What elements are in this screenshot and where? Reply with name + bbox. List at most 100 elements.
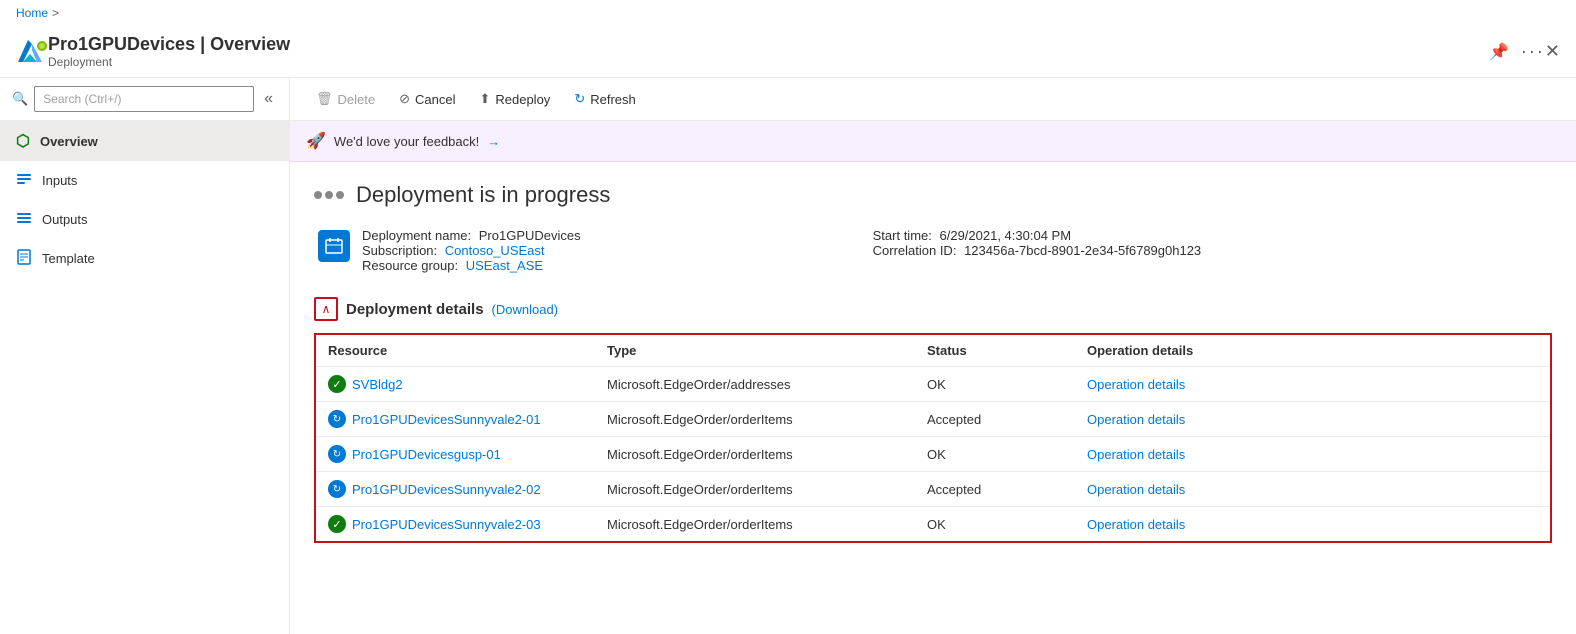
resource-cell: ↻ Pro1GPUDevicesSunnyvale2-01 bbox=[315, 402, 595, 437]
close-button[interactable]: ✕ bbox=[1545, 41, 1560, 62]
collapse-sidebar-button[interactable]: « bbox=[260, 88, 277, 110]
progress-icon: ↻ bbox=[328, 445, 346, 463]
outputs-icon bbox=[16, 210, 32, 229]
resource-link[interactable]: Pro1GPUDevicesSunnyvale2-03 bbox=[352, 517, 541, 532]
status-cell: Accepted bbox=[915, 472, 1075, 507]
resource-link[interactable]: SVBldg2 bbox=[352, 377, 403, 392]
details-section: ∧ Deployment details (Download) Resource… bbox=[314, 297, 1552, 543]
delete-button[interactable]: 🗑 Delete bbox=[306, 86, 385, 112]
sidebar-item-label: Template bbox=[42, 251, 95, 266]
resource-cell: ✓ Pro1GPUDevicesSunnyvale2-03 bbox=[315, 507, 595, 543]
operation-details-link[interactable]: Operation details bbox=[1087, 377, 1185, 392]
status-cell: OK bbox=[915, 367, 1075, 402]
table-row: ↻ Pro1GPUDevicesSunnyvale2-01 Microsoft.… bbox=[315, 402, 1551, 437]
subscription-label: Subscription: bbox=[362, 243, 437, 258]
resource-link[interactable]: Pro1GPUDevicesSunnyvale2-02 bbox=[352, 482, 541, 497]
page-header: Pro1GPUDevices | Overview Deployment 📌 ·… bbox=[0, 26, 1576, 78]
resource-cell: ↻ Pro1GPUDevicesSunnyvale2-02 bbox=[315, 472, 595, 507]
resource-cell: ↻ Pro1GPUDevicesgusp-01 bbox=[315, 437, 595, 472]
deployment-info-left: Deployment name: Pro1GPUDevices Subscrip… bbox=[362, 228, 581, 273]
status-cell: OK bbox=[915, 507, 1075, 543]
resource-link[interactable]: Pro1GPUDevicesgusp-01 bbox=[352, 447, 501, 462]
template-icon bbox=[16, 249, 32, 268]
refresh-button[interactable]: ↻ Refresh bbox=[564, 86, 645, 112]
cancel-button[interactable]: ⊘ Cancel bbox=[389, 86, 465, 112]
start-time-line: Start time: 6/29/2021, 4:30:04 PM bbox=[873, 228, 1202, 243]
type-cell: Microsoft.EdgeOrder/orderItems bbox=[595, 472, 915, 507]
status-cell: Accepted bbox=[915, 402, 1075, 437]
page-title: Pro1GPUDevices | Overview bbox=[48, 34, 1489, 55]
deployment-header: Deployment is in progress bbox=[314, 182, 1552, 208]
progress-icon: ↻ bbox=[328, 410, 346, 428]
collapse-details-button[interactable]: ∧ bbox=[314, 297, 338, 321]
sidebar-item-outputs[interactable]: Outputs bbox=[0, 200, 289, 239]
sidebar-item-overview[interactable]: ⬡ Overview bbox=[0, 121, 289, 161]
table-row: ↻ Pro1GPUDevicesSunnyvale2-02 Microsoft.… bbox=[315, 472, 1551, 507]
main-content: 🗑 Delete ⊘ Cancel ⬆ Redeploy ↻ Refresh bbox=[290, 78, 1576, 634]
col-operation: Operation details bbox=[1075, 334, 1551, 367]
status-cell: OK bbox=[915, 437, 1075, 472]
operation-cell: Operation details bbox=[1075, 402, 1551, 437]
feedback-banner: 🚀 We'd love your feedback! → bbox=[290, 121, 1576, 162]
operation-details-link[interactable]: Operation details bbox=[1087, 412, 1185, 427]
progress-icon: ↻ bbox=[328, 480, 346, 498]
operation-cell: Operation details bbox=[1075, 437, 1551, 472]
inputs-icon bbox=[16, 171, 32, 190]
deployment-info-icon bbox=[318, 230, 350, 262]
search-bar: 🔍 « bbox=[0, 78, 289, 121]
resource-group-line: Resource group: USEast_ASE bbox=[362, 258, 581, 273]
table-row: ↻ Pro1GPUDevicesgusp-01 Microsoft.EdgeOr… bbox=[315, 437, 1551, 472]
resource-link[interactable]: Pro1GPUDevicesSunnyvale2-01 bbox=[352, 412, 541, 427]
deployment-status-title: Deployment is in progress bbox=[356, 182, 610, 208]
success-icon: ✓ bbox=[328, 515, 346, 533]
deployment-section: Deployment is in progress Deployment nam… bbox=[290, 162, 1576, 563]
subscription-link[interactable]: Contoso_USEast bbox=[445, 243, 545, 258]
spinner-icon bbox=[314, 191, 344, 199]
col-type: Type bbox=[595, 334, 915, 367]
feedback-text: We'd love your feedback! bbox=[334, 134, 479, 149]
resource-cell: ✓ SVBldg2 bbox=[315, 367, 595, 402]
correlation-label: Correlation ID: bbox=[873, 243, 957, 258]
table-row: ✓ SVBldg2 Microsoft.EdgeOrder/addresses … bbox=[315, 367, 1551, 402]
details-title: Deployment details bbox=[346, 301, 484, 318]
table-row: ✓ Pro1GPUDevicesSunnyvale2-03 Microsoft.… bbox=[315, 507, 1551, 543]
start-time-value: 6/29/2021, 4:30:04 PM bbox=[940, 228, 1072, 243]
deployment-name-value: Pro1GPUDevices bbox=[479, 228, 581, 243]
operation-details-link[interactable]: Operation details bbox=[1087, 517, 1185, 532]
start-time-label: Start time: bbox=[873, 228, 932, 243]
type-cell: Microsoft.EdgeOrder/orderItems bbox=[595, 437, 915, 472]
sidebar-item-inputs[interactable]: Inputs bbox=[0, 161, 289, 200]
sidebar-item-label: Inputs bbox=[42, 173, 77, 188]
search-input[interactable] bbox=[34, 86, 254, 112]
breadcrumb-home[interactable]: Home bbox=[16, 6, 48, 20]
redeploy-button[interactable]: ⬆ Redeploy bbox=[469, 86, 560, 112]
more-options-icon[interactable]: ··· bbox=[1521, 41, 1545, 62]
sidebar-item-template[interactable]: Template bbox=[0, 239, 289, 278]
feedback-icon: 🚀 bbox=[306, 131, 326, 151]
cancel-icon: ⊘ bbox=[399, 91, 410, 107]
operation-cell: Operation details bbox=[1075, 367, 1551, 402]
sidebar-item-label: Outputs bbox=[42, 212, 88, 227]
sidebar: 🔍 « ⬡ Overview Inputs Outputs bbox=[0, 78, 290, 634]
deployment-name-label: Deployment name: bbox=[362, 228, 471, 243]
deployment-info-right: Start time: 6/29/2021, 4:30:04 PM Correl… bbox=[873, 228, 1202, 258]
type-cell: Microsoft.EdgeOrder/orderItems bbox=[595, 402, 915, 437]
redeploy-icon: ⬆ bbox=[479, 91, 490, 107]
toolbar: 🗑 Delete ⊘ Cancel ⬆ Redeploy ↻ Refresh bbox=[290, 78, 1576, 121]
col-resource: Resource bbox=[315, 334, 595, 367]
operation-details-link[interactable]: Operation details bbox=[1087, 482, 1185, 497]
page-subtitle: Deployment bbox=[48, 55, 1489, 69]
pin-icon[interactable]: 📌 bbox=[1489, 42, 1509, 62]
success-icon: ✓ bbox=[328, 375, 346, 393]
col-status: Status bbox=[915, 334, 1075, 367]
download-link[interactable]: (Download) bbox=[492, 302, 558, 317]
subscription-line: Subscription: Contoso_USEast bbox=[362, 243, 581, 258]
header-actions: 📌 ··· bbox=[1489, 41, 1545, 62]
feedback-link-arrow[interactable]: → bbox=[487, 134, 500, 149]
correlation-value: 123456a-7bcd-8901-2e34-5f6789g0h123 bbox=[964, 243, 1201, 258]
correlation-line: Correlation ID: 123456a-7bcd-8901-2e34-5… bbox=[873, 243, 1202, 258]
resource-group-link[interactable]: USEast_ASE bbox=[466, 258, 543, 273]
refresh-icon: ↻ bbox=[574, 91, 585, 107]
operation-details-link[interactable]: Operation details bbox=[1087, 447, 1185, 462]
breadcrumb: Home > bbox=[0, 0, 1576, 26]
